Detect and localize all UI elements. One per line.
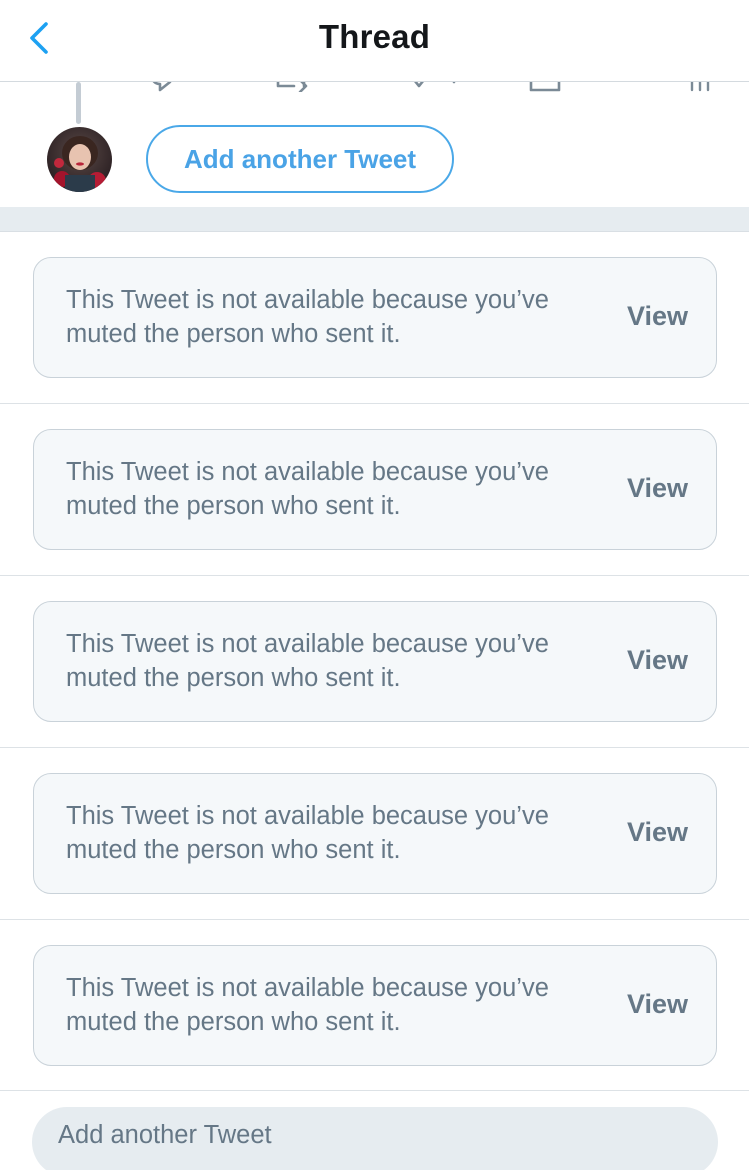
muted-tweet-list: This Tweet is not available because you’… (0, 232, 749, 1106)
list-item: This Tweet is not available because you’… (0, 748, 749, 920)
share-icon[interactable] (528, 82, 562, 92)
thread-connector-line (76, 82, 81, 124)
add-another-tweet-button[interactable]: Add another Tweet (146, 125, 454, 193)
reply-compose-row: Add another Tweet (0, 82, 749, 207)
muted-tweet-card: This Tweet is not available because you’… (33, 257, 717, 378)
view-button[interactable]: View (627, 645, 688, 676)
muted-tweet-message: This Tweet is not available because you’… (66, 458, 549, 520)
muted-tweet-message: This Tweet is not available because you’… (66, 630, 549, 692)
list-item: This Tweet is not available because you’… (0, 404, 749, 576)
avatar[interactable] (47, 127, 112, 192)
thread-screen: Thread Add another Tweet This Tweet is n… (0, 0, 749, 1170)
muted-tweet-card: This Tweet is not available because you’… (33, 945, 717, 1066)
reply-icon[interactable] (146, 82, 180, 92)
section-divider (0, 207, 749, 232)
like-icon[interactable] (402, 82, 436, 92)
list-item: This Tweet is not available because you’… (0, 920, 749, 1106)
tweet-actions (0, 82, 749, 92)
view-button[interactable]: View (627, 817, 688, 848)
analytics-icon[interactable] (688, 82, 714, 92)
view-button[interactable]: View (627, 989, 688, 1020)
muted-tweet-message: This Tweet is not available because you’… (66, 974, 549, 1036)
page-title: Thread (318, 18, 431, 55)
navigation-bar: Thread (0, 0, 749, 82)
retweet-icon[interactable] (274, 82, 312, 92)
muted-tweet-card: This Tweet is not available because you’… (33, 601, 717, 722)
bottom-compose-bar: Add another Tweet (0, 1090, 749, 1170)
add-tweet-input[interactable]: Add another Tweet (32, 1107, 718, 1170)
avatar-image (47, 127, 112, 192)
muted-tweet-message: This Tweet is not available because you’… (66, 802, 549, 864)
list-item: This Tweet is not available because you’… (0, 232, 749, 404)
list-item: This Tweet is not available because you’… (0, 576, 749, 748)
view-button[interactable]: View (627, 473, 688, 504)
muted-tweet-message: This Tweet is not available because you’… (66, 286, 549, 348)
muted-tweet-card: This Tweet is not available because you’… (33, 773, 717, 894)
view-button[interactable]: View (627, 301, 688, 332)
muted-tweet-card: This Tweet is not available because you’… (33, 429, 717, 550)
like-count-fragment (452, 82, 456, 84)
